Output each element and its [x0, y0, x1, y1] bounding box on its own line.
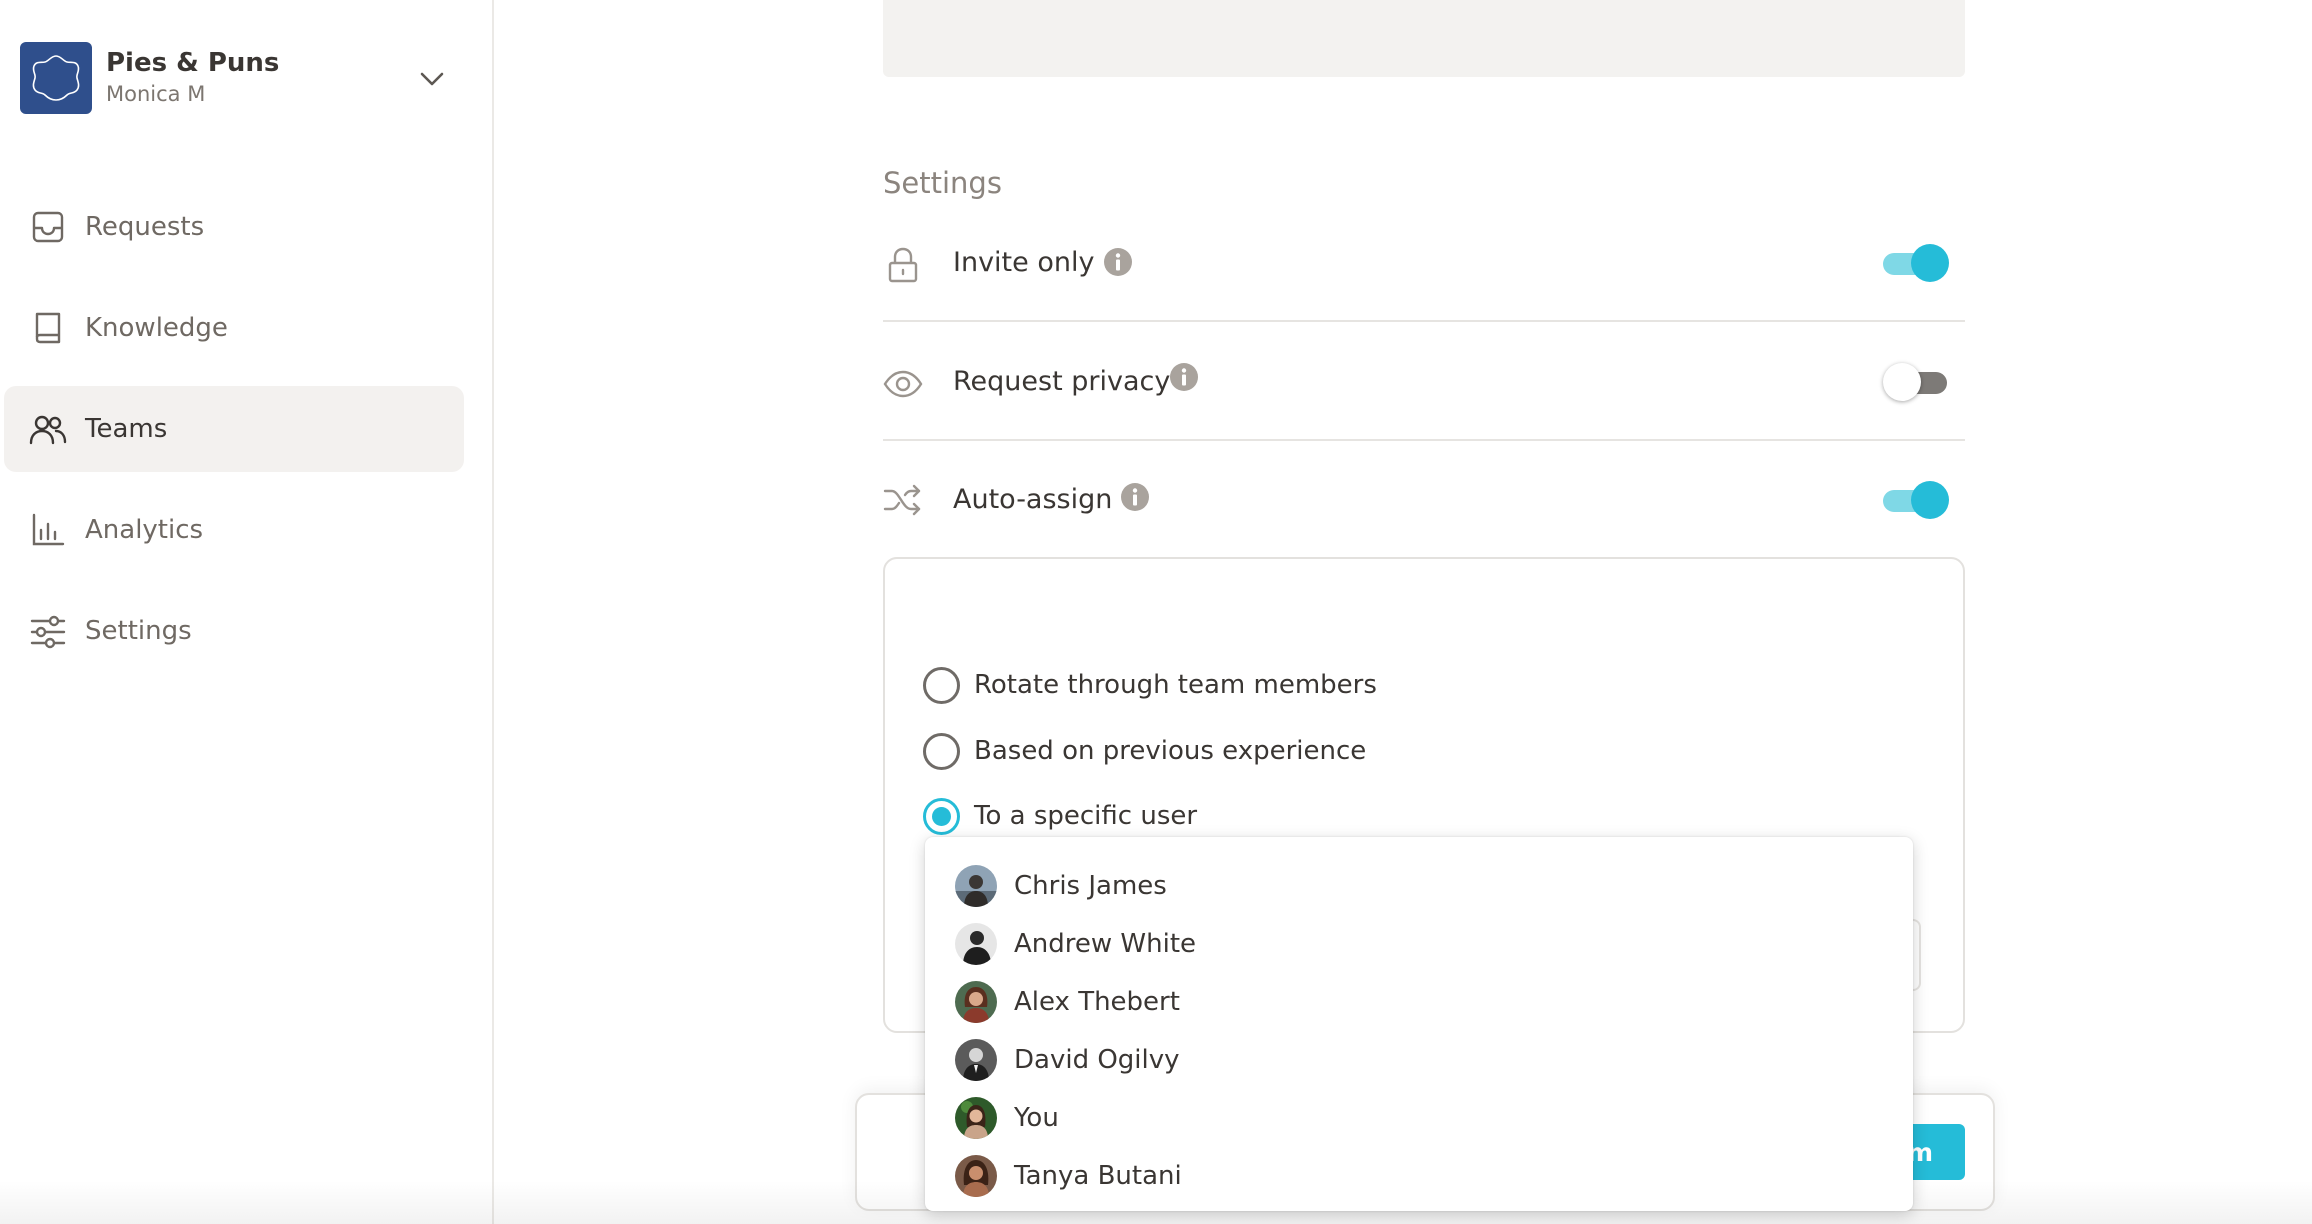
setting-label: Invite only [953, 247, 1095, 278]
sidebar-nav: Requests Knowledge Teams Analytics Setti… [4, 184, 464, 689]
avatar [955, 1155, 997, 1197]
app-root: Pies & Puns Monica M Requests Knowledge … [0, 0, 2312, 1224]
description-field[interactable] [883, 0, 1965, 77]
user-name: Chris James [1014, 871, 1167, 901]
setting-label: Auto-assign [953, 484, 1113, 515]
eye-icon [883, 370, 923, 398]
user-name: Alex Thebert [1014, 987, 1180, 1017]
bar-chart-icon [32, 513, 65, 546]
sidebar-item-label: Settings [85, 616, 192, 646]
setting-request-privacy: Request privacy [883, 324, 1965, 441]
sidebar-item-label: Requests [85, 212, 205, 242]
sidebar-item-label: Teams [85, 414, 168, 444]
radio-rotate-members[interactable]: Rotate through team members [923, 665, 1377, 705]
info-icon[interactable] [1169, 362, 1199, 392]
info-icon[interactable] [1120, 482, 1150, 512]
inbox-icon [32, 211, 64, 243]
shuffle-icon [883, 484, 921, 516]
user-name: You [1014, 1103, 1059, 1133]
avatar [955, 1097, 997, 1139]
radio-button[interactable] [923, 666, 960, 704]
radio-specific-user[interactable]: To a specific user [923, 796, 1197, 836]
user-option-chris-james[interactable]: Chris James [925, 857, 1913, 915]
flower-logo-icon [32, 55, 80, 101]
radio-previous-experience[interactable]: Based on previous experience [923, 731, 1366, 771]
sidebar-item-label: Knowledge [85, 313, 228, 343]
user-option-andrew-white[interactable]: Andrew White [925, 915, 1913, 973]
avatar [955, 865, 997, 907]
sidebar-item-settings[interactable]: Settings [4, 588, 464, 674]
radio-button[interactable] [923, 732, 960, 770]
user-option-tanya-butani[interactable]: Tanya Butani [925, 1147, 1913, 1205]
avatar [955, 1039, 997, 1081]
user-name: Tanya Butani [1014, 1161, 1182, 1191]
sidebar-item-analytics[interactable]: Analytics [4, 487, 464, 573]
workspace-logo [20, 42, 92, 114]
radio-button[interactable] [923, 797, 960, 835]
user-option-alex-thebert[interactable]: Alex Thebert [925, 973, 1913, 1031]
radio-label: Rotate through team members [974, 670, 1377, 700]
setting-auto-assign: Auto-assign [883, 443, 1965, 560]
settings-section-title: Settings [883, 166, 1002, 200]
radio-label: To a specific user [974, 801, 1198, 831]
avatar [955, 981, 997, 1023]
users-icon [29, 415, 67, 445]
auto-assign-toggle[interactable] [1883, 481, 1949, 521]
user-name: Andrew White [1014, 929, 1197, 959]
user-dropdown-menu: Chris James Andrew White Alex Thebert Da… [925, 837, 1913, 1211]
sidebar: Pies & Puns Monica M Requests Knowledge … [0, 0, 494, 1224]
info-icon[interactable] [1103, 247, 1133, 277]
avatar [955, 923, 997, 965]
sidebar-item-label: Analytics [85, 515, 204, 545]
sidebar-item-requests[interactable]: Requests [4, 184, 464, 270]
user-option-david-ogilvy[interactable]: David Ogilvy [925, 1031, 1913, 1089]
user-name: David Ogilvy [1014, 1045, 1180, 1075]
user-option-you[interactable]: You [925, 1089, 1913, 1147]
workspace-switcher[interactable]: Pies & Puns Monica M [20, 41, 460, 115]
setting-invite-only: Invite only [883, 205, 1965, 322]
request-privacy-toggle[interactable] [1883, 363, 1949, 403]
sidebar-item-knowledge[interactable]: Knowledge [4, 285, 464, 371]
radio-label: Based on previous experience [974, 736, 1367, 766]
lock-icon [888, 247, 918, 283]
sliders-icon [30, 615, 66, 649]
book-icon [35, 312, 61, 344]
sidebar-item-teams[interactable]: Teams [4, 386, 464, 472]
chevron-down-icon[interactable] [416, 63, 448, 95]
workspace-name: Pies & Puns [106, 48, 280, 78]
setting-label: Request privacy [953, 366, 1171, 397]
invite-only-toggle[interactable] [1883, 244, 1949, 284]
workspace-user: Monica M [106, 82, 206, 106]
